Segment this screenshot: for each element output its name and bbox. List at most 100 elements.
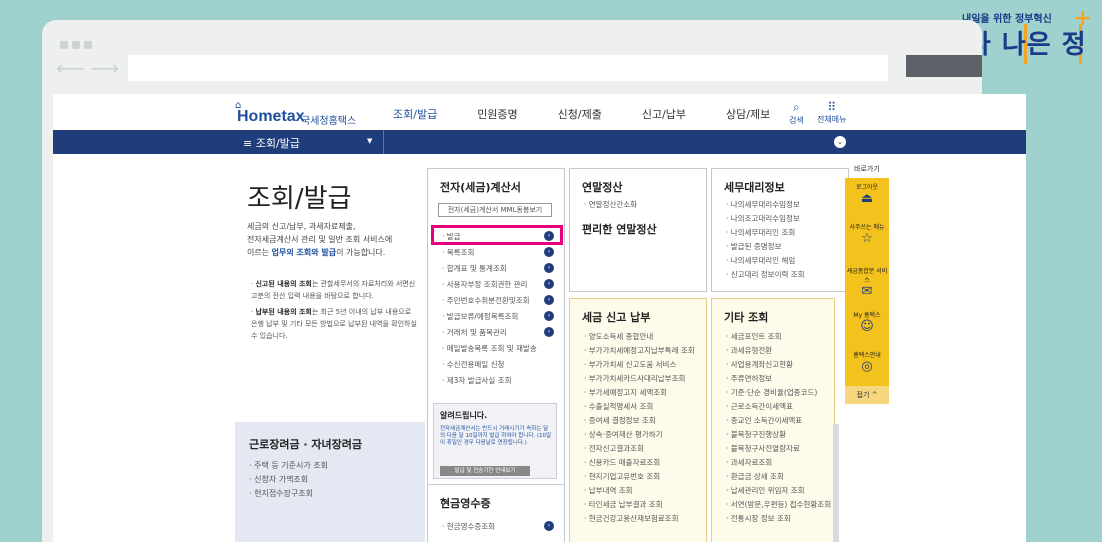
link-item[interactable]: · 과세유형전환	[726, 345, 772, 356]
arrow-icon[interactable]: ›	[544, 279, 554, 289]
link-item[interactable]: · 증여세 결정정보 조회	[584, 415, 656, 426]
quick-myhometax[interactable]: My 홈택스 ☺	[845, 306, 889, 346]
link-item[interactable]: · 부가가치세예정고지납부특례 조회	[584, 345, 695, 356]
link-item[interactable]: · 부가가치세 신고도움 서비스	[584, 359, 676, 370]
list-item-label: 주택 등 기준시가 조회	[254, 461, 328, 470]
expand-icon[interactable]: ⌄	[834, 136, 846, 148]
allmenu-shortcut[interactable]: ⠿ 전체메뉴	[817, 100, 846, 125]
link-label: 나의조고대리수임정보	[730, 214, 800, 223]
link-item[interactable]: · 상속·증여재산 평가하기	[584, 429, 663, 440]
arrow-icon[interactable]: ›	[544, 295, 554, 305]
einvoice-panel: 전자(세금)계산서 전자(세금)계산서 MML동봉보기 · 발급 › · 목록조…	[427, 168, 565, 488]
link-partner[interactable]: · 거래처 및 품목관리	[442, 327, 507, 338]
link-item[interactable]: · 양도소득세 종합안내	[584, 331, 653, 342]
link-label: 제3자 발급사실 조회	[446, 376, 512, 385]
link-item[interactable]: · 서면(방문,우편등) 접수현황조회	[726, 499, 831, 510]
link-label: 근로소득간이세액표	[730, 402, 793, 411]
panel-subtitle[interactable]: 편리한 연말정산	[582, 221, 657, 237]
nav-item-inquiry[interactable]: 조회/발급	[393, 106, 438, 132]
nav-item-report[interactable]: 신고/납부	[642, 106, 686, 132]
notice-box: 알려드립니다. 전자세금계산서는 반드시 거래시기가 속하는 달의 다음 달 1…	[433, 403, 557, 479]
link-resident[interactable]: · 주민번호수취분전환및조회	[442, 295, 530, 306]
link-item[interactable]: · 현금건강고용산재보험료조회	[584, 513, 678, 524]
link-thirdparty[interactable]: · 제3자 발급사실 조회	[442, 375, 512, 386]
link-list[interactable]: · 목록조회	[442, 247, 474, 258]
go-button[interactable]	[906, 55, 982, 77]
link-item[interactable]: · 수출실적명세서 조회	[584, 401, 653, 412]
list-item[interactable]: · 현지접수장구조회	[249, 488, 313, 499]
arrow-icon[interactable]: ›	[544, 521, 554, 531]
window-dot[interactable]	[60, 41, 68, 49]
arrow-icon[interactable]: ›	[544, 327, 554, 337]
quick-tax-service[interactable]: 세금종합분 서비스 ✉	[845, 262, 889, 306]
notice-button[interactable]: 발급 및 전송기한 안내보기	[440, 466, 530, 476]
link-item[interactable]: · 나의세무대리인 해임	[726, 255, 795, 266]
nav-arrows[interactable]: ⟵⟶	[56, 56, 125, 80]
arrow-icon[interactable]: ›	[544, 311, 554, 321]
window-dot[interactable]	[72, 41, 80, 49]
quick-menu: 바로가기 로그아웃 ⏏ 사주쓰는 메뉴 ☆ 세금종합분 서비스 ✉ My 홈택스…	[845, 164, 889, 430]
address-bar[interactable]	[128, 55, 888, 81]
link-item[interactable]: · 현지기업고유번호 조회	[584, 471, 660, 482]
link-item[interactable]: · 불복청구진행상황	[726, 429, 786, 440]
link-item[interactable]: · 납부내역 조회	[584, 485, 633, 496]
link-item[interactable]: · 기준·단순 경비율(업종코드)	[726, 387, 817, 398]
arrow-icon[interactable]: ›	[544, 247, 554, 257]
search-icon: ⌕	[793, 100, 800, 114]
link-summary[interactable]: · 합계표 및 통계조회	[442, 263, 507, 274]
link-label: 부가가치세 신고도움 서비스	[588, 360, 677, 369]
nav-item-counsel[interactable]: 상담/제보	[726, 106, 770, 132]
link-item[interactable]: · 과세자료조회	[726, 457, 772, 468]
link-item[interactable]: · 나의조고대리수임정보	[726, 213, 800, 224]
link-auth[interactable]: · 사용자부정 조회권한 관리	[442, 279, 527, 290]
link-simplified[interactable]: · 연말정산간소화	[584, 199, 637, 210]
year-end-panel: 연말정산 · 연말정산간소화 편리한 연말정산	[569, 168, 707, 292]
arrow-icon[interactable]: ›	[544, 263, 554, 273]
quick-logout[interactable]: 로그아웃 ⏏	[845, 178, 889, 218]
link-item[interactable]: · 나의세무대리수임정보	[726, 199, 800, 210]
nav-item-certificate[interactable]: 민원증명	[477, 106, 517, 132]
link-label: 주민번호수취분전환및조회	[446, 296, 530, 305]
link-item[interactable]: · 근로소득간이세액표	[726, 401, 793, 412]
list-item[interactable]: · 주택 등 기준시가 조회	[249, 460, 328, 471]
link-cash[interactable]: · 현금영수증조회	[442, 521, 495, 532]
link-hold[interactable]: · 발급보류/예정목록조회	[442, 311, 518, 322]
link-label: 세금포인트 조회	[730, 332, 782, 341]
link-item[interactable]: · 부가가치세카드사대리납부조회	[584, 373, 685, 384]
nav-item-apply[interactable]: 신청/제출	[558, 106, 602, 132]
quick-guide[interactable]: 홈택스안내 ◎	[845, 346, 889, 386]
link-recv[interactable]: · 수신전용메일 신청	[442, 359, 504, 370]
list-item[interactable]: · 신청자 가맥조회	[249, 474, 308, 485]
link-item[interactable]: · 전자신고결과조회	[584, 443, 644, 454]
link-item[interactable]: · 사업용계좌신고현황	[726, 359, 793, 370]
arrow-icon[interactable]: ›	[544, 231, 554, 241]
link-issue[interactable]: · 발급	[442, 231, 461, 242]
tax-agent-panel: 세무대리정보 · 나의세무대리수임정보 · 나의조고대리수임정보 · 나의세무대…	[711, 168, 849, 292]
bullet-bold: 신고된 내용의 조회	[255, 280, 312, 288]
incentive-box: 근로장려금 · 자녀장려금 · 주택 등 기준시가 조회 · 신청자 가맥조회 …	[235, 422, 425, 542]
link-mail[interactable]: · 메일발송목록 조회 및 재발송	[442, 343, 537, 354]
window-dot[interactable]	[84, 41, 92, 49]
menu-dropdown[interactable]: ≡ 조회/발급	[243, 135, 300, 151]
chevron-down-icon[interactable]: ▼	[367, 137, 372, 145]
link-item[interactable]: · 나의세무대리인 조회	[726, 227, 795, 238]
link-item[interactable]: · 타인세금 납부결과 조회	[584, 499, 663, 510]
search-shortcut[interactable]: ⌕ 검색	[789, 100, 804, 126]
link-item[interactable]: · 신고대리 정보이력 조회	[726, 269, 805, 280]
link-item[interactable]: · 납세관리인 위임자 조회	[726, 485, 805, 496]
bullet-bold: 납부된 내용의 조회	[255, 308, 312, 316]
link-item[interactable]: · 종교인 소득간이세액표	[726, 415, 802, 426]
link-item[interactable]: · 전통시장 정보 조회	[726, 513, 791, 524]
view-button[interactable]: 전자(세금)계산서 MML동봉보기	[438, 203, 552, 217]
link-item[interactable]: · 세금포인트 조회	[726, 331, 781, 342]
link-item[interactable]: · 주류면허정보	[726, 373, 772, 384]
link-item[interactable]: · 부가세예정고지 세액조회	[584, 387, 667, 398]
link-label: 신고대리 정보이력 조회	[730, 270, 805, 279]
link-item[interactable]: · 발급된 증명정보	[726, 241, 781, 252]
link-item[interactable]: · 신용카드 매출자료조회	[584, 457, 660, 468]
scrollbar[interactable]	[833, 424, 839, 542]
link-item[interactable]: · 불복청구사전열람자료	[726, 443, 800, 454]
link-item[interactable]: · 환급금 상세 조회	[726, 471, 784, 482]
collapse-button[interactable]: 접기 ^	[845, 386, 889, 404]
quick-favorites[interactable]: 사주쓰는 메뉴 ☆	[845, 218, 889, 262]
